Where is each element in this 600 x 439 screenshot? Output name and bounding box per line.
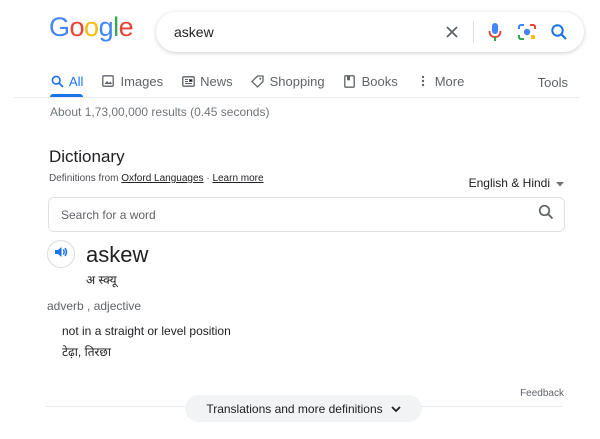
tab-all[interactable]: All bbox=[50, 74, 83, 89]
logo-letter: g bbox=[98, 12, 114, 42]
result-stats: About 1,73,00,000 results (0.45 seconds) bbox=[50, 105, 270, 119]
caret-down-icon bbox=[556, 176, 564, 190]
tab-news[interactable]: News bbox=[181, 74, 233, 89]
learn-more-link[interactable]: Learn more bbox=[212, 173, 263, 184]
search-icon[interactable] bbox=[538, 204, 554, 225]
more-definitions-label: Translations and more definitions bbox=[206, 401, 383, 416]
translation: टेढ़ा, तिरछा bbox=[62, 345, 111, 359]
tab-images[interactable]: Images bbox=[101, 74, 163, 89]
tab-label: Shopping bbox=[269, 73, 325, 89]
source-prefix: Definitions from bbox=[49, 173, 119, 184]
tab-label: Images bbox=[120, 73, 164, 89]
microphone-icon[interactable] bbox=[484, 21, 506, 43]
search-tabs: All Images News Shopping Books More Tool… bbox=[50, 70, 568, 92]
image-icon bbox=[101, 74, 115, 88]
part-of-speech: adverb , adjective bbox=[47, 299, 142, 313]
oxford-languages-link[interactable]: Oxford Languages bbox=[121, 173, 203, 184]
tab-label: Books bbox=[361, 73, 398, 89]
tab-more[interactable]: More bbox=[416, 73, 465, 89]
search-query[interactable]: askew bbox=[174, 24, 441, 40]
logo-letter: e bbox=[118, 12, 134, 42]
word-search-input[interactable] bbox=[61, 207, 501, 222]
search-icon[interactable] bbox=[548, 21, 570, 43]
headword: askew bbox=[86, 242, 149, 267]
definition: not in a straight or level position bbox=[62, 324, 231, 338]
search-box[interactable]: askew bbox=[156, 12, 584, 52]
speaker-button[interactable] bbox=[47, 240, 75, 268]
book-icon bbox=[343, 74, 357, 88]
logo-letter: G bbox=[49, 12, 70, 42]
tag-icon bbox=[251, 74, 265, 88]
feedback-link[interactable]: Feedback bbox=[520, 388, 564, 399]
tools-button[interactable]: Tools bbox=[538, 75, 568, 90]
clear-icon[interactable] bbox=[441, 21, 463, 43]
language-select-value: English & Hindi bbox=[468, 176, 550, 190]
chevron-down-icon bbox=[391, 402, 401, 416]
dictionary-title: Dictionary bbox=[49, 147, 125, 166]
news-icon bbox=[181, 74, 195, 88]
dictionary-source: Definitions from Oxford Languages · Lear… bbox=[49, 173, 264, 184]
language-select[interactable]: English & Hindi bbox=[469, 176, 564, 190]
tab-shopping[interactable]: Shopping bbox=[251, 74, 325, 89]
pronunciation: अ स्क्यू bbox=[86, 273, 117, 287]
tab-label: News bbox=[200, 73, 233, 89]
logo-letter: o bbox=[84, 12, 99, 42]
tabs-divider bbox=[14, 97, 580, 98]
speaker-icon bbox=[54, 245, 68, 263]
dots-vertical-icon bbox=[416, 74, 430, 88]
tab-label: More bbox=[434, 73, 465, 89]
camera-lens-icon[interactable] bbox=[516, 21, 538, 43]
tab-books[interactable]: Books bbox=[343, 74, 398, 89]
google-logo[interactable]: Google bbox=[49, 12, 134, 43]
search-divider bbox=[473, 21, 474, 43]
word-search-box[interactable] bbox=[48, 197, 565, 232]
logo-letter: o bbox=[69, 12, 85, 42]
tab-label: All bbox=[69, 73, 84, 89]
more-definitions-button[interactable]: Translations and more definitions bbox=[185, 395, 422, 422]
source-separator: · bbox=[206, 173, 210, 184]
search-icon bbox=[50, 74, 64, 88]
